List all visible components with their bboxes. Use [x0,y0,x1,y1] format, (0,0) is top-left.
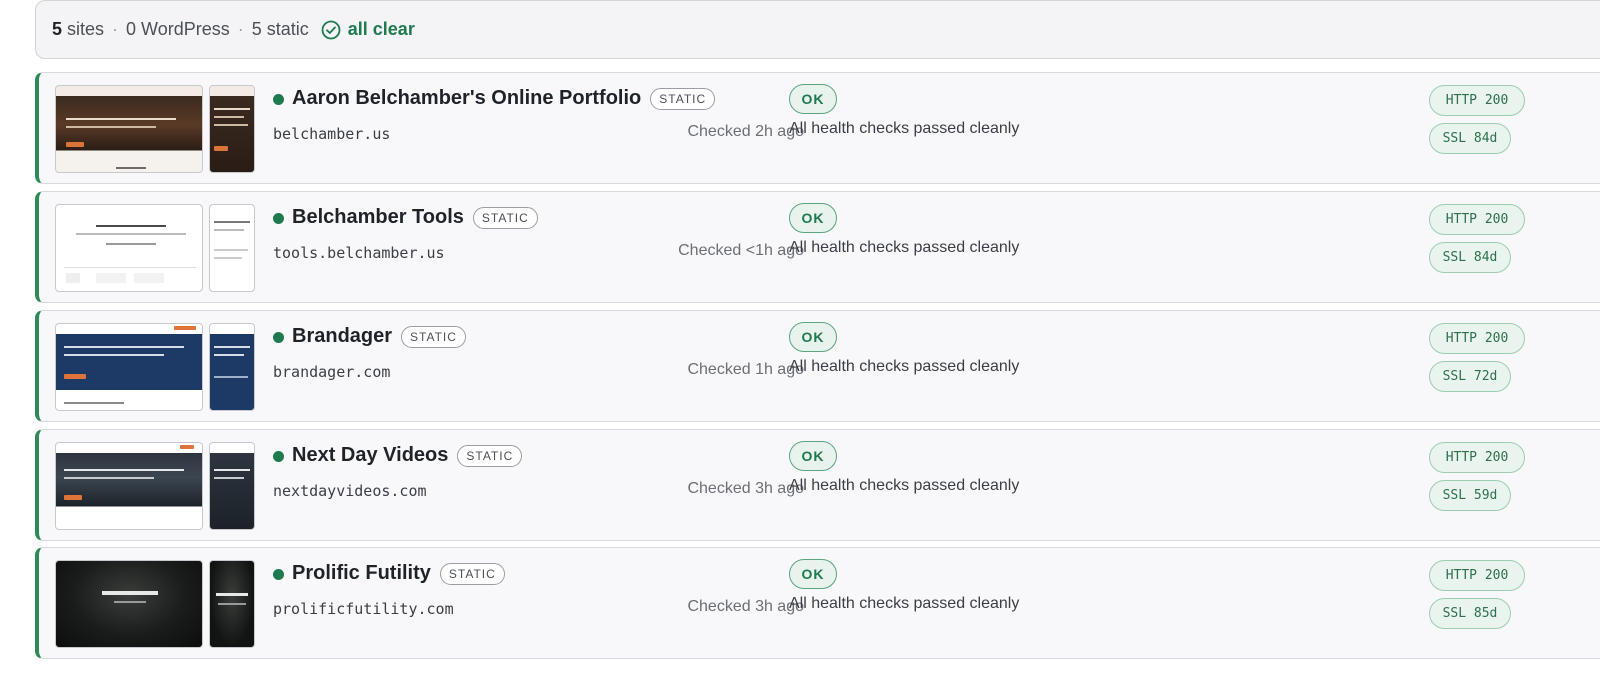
site-title[interactable]: Next Day Videos [292,444,448,467]
site-title[interactable]: Brandager [292,325,392,348]
last-checked: Checked 3h ago [687,480,804,497]
status-ok-badge: OK [789,441,837,471]
desktop-screenshot [55,204,203,292]
site-type-badge: STATIC [472,206,538,229]
last-checked: Checked 2h ago [687,123,804,140]
health-message: All health checks passed cleanly [789,358,1020,375]
desktop-screenshot [55,323,203,411]
status-dot-icon [273,94,284,105]
last-checked: Checked 1h ago [687,361,804,378]
site-domain[interactable]: nextdayvideos.com [273,482,427,500]
mobile-screenshot [209,442,255,530]
ssl-expiry-badge: SSL 59d [1429,480,1511,511]
site-domain[interactable]: prolificfutility.com [273,600,454,618]
site-card[interactable]: Brandager STATIC brandager.com Checked 1… [35,310,1600,422]
site-type-badge: STATIC [457,444,523,467]
separator: · [112,19,119,39]
site-domain[interactable]: belchamber.us [273,125,390,143]
site-name[interactable]: Belchamber Tools STATIC [292,206,538,229]
summary-bar: 5 sites · 0 WordPress · 5 static all cle… [35,0,1600,59]
site-name[interactable]: Next Day Videos STATIC [292,444,523,467]
status-ok-badge: OK [789,203,837,233]
check-circle-icon [321,20,341,39]
site-name[interactable]: Prolific Futility STATIC [292,562,505,585]
http-status-badge: HTTP 200 [1429,323,1525,354]
site-domain[interactable]: brandager.com [273,363,390,381]
health-message: All health checks passed cleanly [789,239,1020,256]
mobile-screenshot [209,560,255,648]
desktop-screenshot [55,442,203,530]
desktop-screenshot [55,560,203,648]
site-card[interactable]: Next Day Videos STATIC nextdayvideos.com… [35,429,1600,541]
last-checked: Checked 3h ago [687,598,804,615]
http-status-badge: HTTP 200 [1429,85,1525,116]
wordpress-count: 0 WordPress [126,19,230,39]
status-dot-icon [273,569,284,580]
status-dot-icon [273,451,284,462]
site-name[interactable]: Aaron Belchamber's Online Portfolio STAT… [292,87,716,110]
http-status-badge: HTTP 200 [1429,442,1525,473]
site-type-badge: STATIC [401,325,466,348]
health-message: All health checks passed cleanly [789,595,1020,612]
health-message: All health checks passed cleanly [789,120,1020,137]
separator: · [237,19,244,39]
site-domain[interactable]: tools.belchamber.us [273,244,445,262]
static-count: 5 static [251,19,309,39]
http-status-badge: HTTP 200 [1429,204,1525,235]
status-ok-badge: OK [789,322,837,352]
status-ok-badge: OK [789,84,837,114]
site-type-badge: STATIC [650,87,716,110]
site-card[interactable]: Belchamber Tools STATIC tools.belchamber… [35,191,1600,303]
ssl-expiry-badge: SSL 84d [1429,123,1511,154]
site-card[interactable]: Prolific Futility STATIC prolificfutilit… [35,547,1600,659]
mobile-screenshot [209,323,255,411]
site-type-badge: STATIC [439,562,505,585]
sites-count: 5 [52,19,63,39]
status-dot-icon [273,213,284,224]
health-message: All health checks passed cleanly [789,477,1020,494]
mobile-screenshot [209,85,255,173]
sites-label: sites [67,19,105,39]
status-ok-badge: OK [789,559,837,589]
desktop-screenshot [55,85,203,173]
site-title[interactable]: Aaron Belchamber's Online Portfolio [292,87,641,110]
site-title[interactable]: Belchamber Tools [292,206,464,229]
site-name[interactable]: Brandager STATIC [292,325,466,348]
mobile-screenshot [209,204,255,292]
http-status-badge: HTTP 200 [1429,560,1525,591]
status-dot-icon [273,332,284,343]
site-title[interactable]: Prolific Futility [292,562,431,585]
all-clear-label: all clear [347,19,415,39]
site-card[interactable]: Aaron Belchamber's Online Portfolio STAT… [35,72,1600,184]
ssl-expiry-badge: SSL 72d [1429,361,1511,392]
last-checked: Checked <1h ago [678,242,804,259]
ssl-expiry-badge: SSL 85d [1429,598,1511,629]
ssl-expiry-badge: SSL 84d [1429,242,1511,273]
all-clear-status: all clear [321,19,415,40]
